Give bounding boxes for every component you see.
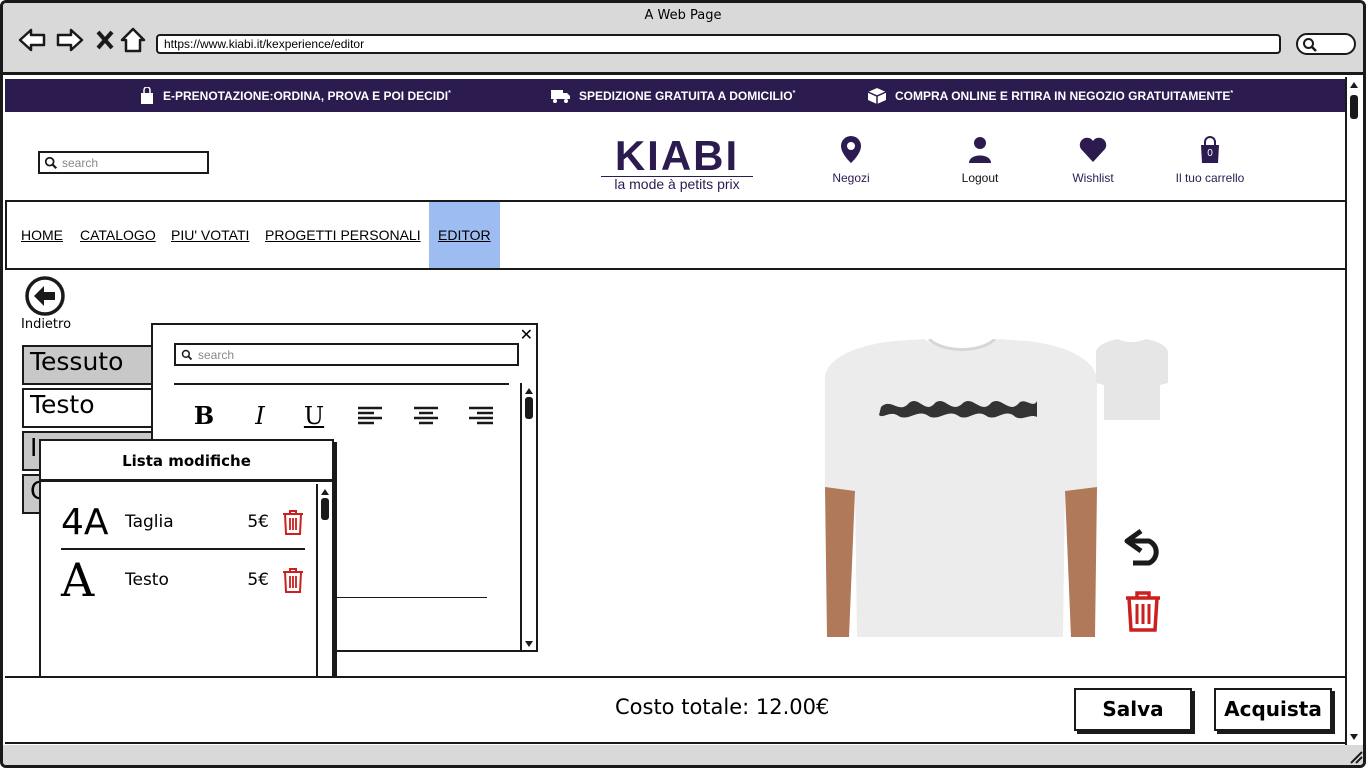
back-button[interactable]: Indietro [21, 275, 81, 332]
map-pin-icon [841, 136, 861, 163]
page-scroll-thumb[interactable] [1350, 95, 1358, 119]
logout-label: Logout [961, 171, 999, 185]
panel-scroll-thumb[interactable] [525, 397, 533, 419]
logout-link[interactable]: Logout [930, 135, 1030, 185]
cart-label: Il tuo carrello [1175, 171, 1245, 185]
nav-top-rated[interactable]: PIU' VOTATI [171, 202, 249, 268]
list-item: 4A Taglia 5€ [61, 497, 306, 547]
stores-link[interactable]: Negozi [801, 135, 901, 185]
shopping-bag-icon [141, 87, 153, 104]
wishlist-link[interactable]: Wishlist [1043, 135, 1143, 185]
forward-arrow-icon[interactable] [55, 25, 85, 55]
tshirt-preview[interactable] [825, 339, 1097, 637]
promo-mark-1: * [448, 90, 451, 97]
nav-catalog[interactable]: CATALOGO [80, 202, 156, 268]
home-icon[interactable] [119, 25, 149, 55]
site-search-input[interactable]: search [38, 151, 209, 174]
tshirt-back-thumbnail[interactable] [1096, 339, 1168, 420]
cart-count-badge: 0 [1207, 148, 1213, 159]
promo-bar: E-PRENOTAZIONE:ORDINA, PROVA E POI DECID… [5, 79, 1345, 112]
browser-status-bar [3, 745, 1363, 765]
italic-button[interactable]: I [245, 401, 275, 431]
scroll-down-arrow-icon[interactable] [523, 638, 535, 650]
nav-home[interactable]: HOME [21, 202, 63, 268]
tab-fabric[interactable]: Tessuto [22, 345, 162, 385]
search-icon [44, 156, 58, 169]
scroll-up-arrow-icon[interactable] [523, 385, 535, 397]
bold-button[interactable]: B [189, 401, 219, 431]
underline-button[interactable]: U [299, 401, 329, 431]
resize-grip-icon[interactable] [1349, 750, 1363, 764]
back-label: Indietro [21, 317, 72, 332]
browser-search-field[interactable] [1296, 33, 1356, 55]
truck-icon [551, 90, 570, 103]
align-center-icon[interactable] [411, 401, 441, 431]
modification-label: Taglia [125, 512, 174, 532]
modification-symbol: A [61, 553, 95, 607]
window-title: A Web Page [644, 8, 722, 23]
scroll-up-arrow-icon[interactable] [1348, 79, 1360, 91]
promo-mark-2: * [792, 90, 796, 97]
scroll-up-arrow-icon[interactable] [319, 486, 331, 498]
search-icon [181, 349, 193, 360]
panel-underline [335, 597, 487, 598]
address-bar[interactable]: https://www.kiabi.it/kexperience/editor [156, 34, 1281, 54]
page-scrollbar[interactable] [1345, 77, 1361, 745]
browser-titlebar: A Web Page https://www.kiabi.it/kexperie… [3, 3, 1363, 75]
panel-divider [174, 383, 509, 385]
promo-item: SPEDIZIONE GRATUITA A DOMICILIO* [551, 85, 795, 107]
nav-editor[interactable]: EDITOR [429, 202, 500, 268]
promo-text-2: SPEDIZIONE GRATUITA A DOMICILIO [579, 89, 793, 103]
promo-item: COMPRA ONLINE E RITIRA IN NEGOZIO GRATUI… [867, 85, 1233, 107]
modification-label: Testo [125, 570, 169, 590]
list-item: A Testo 5€ [61, 553, 306, 607]
modification-price: 5€ [247, 512, 269, 532]
nav-personal-projects[interactable]: PROGETTI PERSONALI [265, 202, 421, 268]
promo-mark-3: * [1230, 90, 1234, 97]
modification-symbol: 4A [61, 501, 109, 543]
heart-icon [1079, 137, 1107, 162]
list-scroll-thumb[interactable] [321, 498, 329, 520]
panel-scrollbar[interactable] [520, 383, 536, 652]
undo-icon[interactable] [1123, 523, 1167, 567]
trash-icon[interactable] [1123, 589, 1163, 633]
stop-icon[interactable] [91, 25, 121, 55]
logo-name: KIABI [614, 132, 740, 179]
main-nav: HOME CATALOGO PIU' VOTATI PROGETTI PERSO… [5, 200, 1347, 270]
browser-window: A Web Page https://www.kiabi.it/kexperie… [0, 0, 1366, 768]
close-icon[interactable]: ✕ [520, 325, 533, 344]
modifications-title: Lista modifiche [41, 441, 332, 482]
trash-icon[interactable] [281, 566, 305, 594]
scroll-down-arrow-icon[interactable] [1348, 731, 1360, 743]
align-right-icon[interactable] [466, 401, 496, 431]
promo-item: E-PRENOTAZIONE:ORDINA, PROVA E POI DECID… [139, 85, 451, 107]
panel-search-input[interactable]: search [174, 343, 519, 366]
panel-search-placeholder: search [198, 347, 235, 362]
back-arrow-icon[interactable] [17, 25, 47, 55]
buy-button[interactable]: Acquista [1214, 688, 1332, 731]
tab-text[interactable]: Testo [22, 388, 162, 428]
align-left-icon[interactable] [355, 401, 385, 431]
logo-tagline: la mode à petits prix [601, 176, 753, 192]
cart-link[interactable]: 0 Il tuo carrello [1160, 135, 1260, 185]
circle-arrow-left-icon [25, 276, 65, 316]
list-divider [61, 548, 305, 550]
trash-icon[interactable] [281, 508, 305, 536]
user-icon [969, 137, 991, 163]
cart-icon-wrap: 0 [1197, 135, 1223, 165]
promo-text-1: E-PRENOTAZIONE:ORDINA, PROVA E POI DECID… [163, 89, 449, 103]
search-icon [1303, 38, 1317, 52]
wishlist-label: Wishlist [1072, 171, 1114, 185]
kiabi-logo[interactable]: KIABI la mode à petits prix [601, 132, 753, 192]
total-cost: Costo totale: 12.00€ [615, 695, 830, 719]
site-search-placeholder: search [62, 155, 99, 170]
stores-label: Negozi [832, 171, 870, 185]
save-button[interactable]: Salva [1074, 688, 1192, 731]
modification-price: 5€ [247, 570, 269, 590]
promo-text-3: COMPRA ONLINE E RITIRA IN NEGOZIO GRATUI… [895, 89, 1231, 103]
box-icon [867, 88, 887, 104]
